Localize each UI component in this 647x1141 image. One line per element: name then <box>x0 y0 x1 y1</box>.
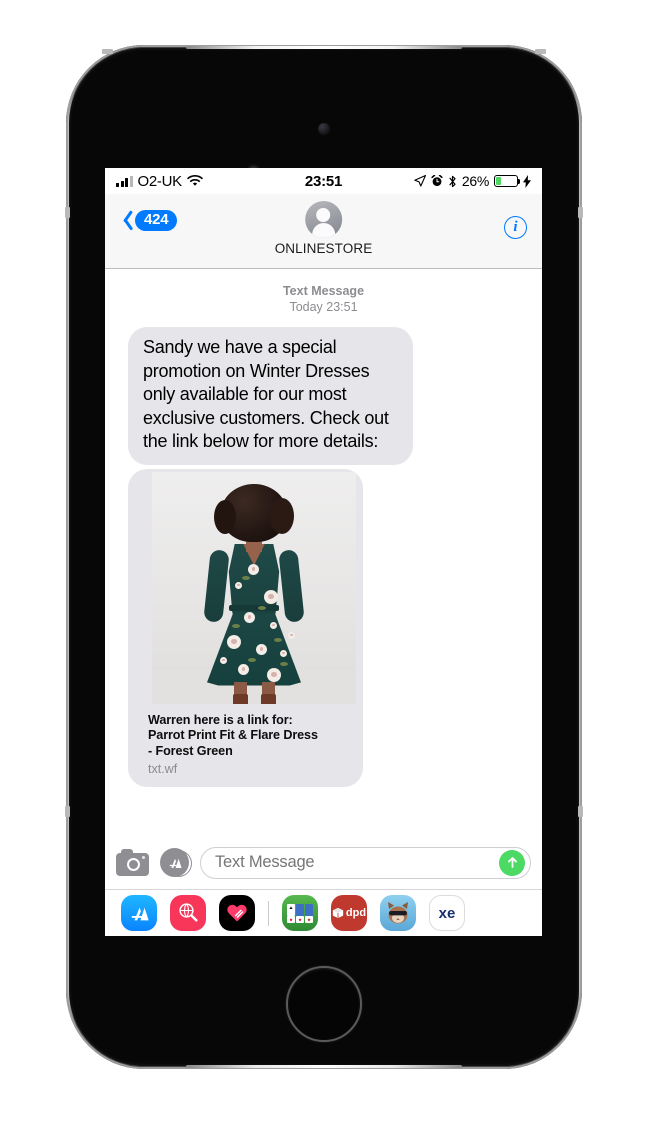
rim-antenna-band <box>535 49 546 54</box>
alarm-clock-icon <box>431 175 443 187</box>
conversation-nav-bar: 424 ONLINESTORE i <box>105 194 542 269</box>
message-input-bar <box>105 836 542 889</box>
link-caption-line-2: Parrot Print Fit & Flare Dress <box>148 728 351 744</box>
send-arrow-up-icon[interactable] <box>499 850 525 876</box>
rim-antenna-band <box>65 207 70 218</box>
message-bubble-link-preview[interactable]: Warren here is a link for: Parrot Print … <box>128 469 363 788</box>
drawer-divider <box>268 901 269 926</box>
message-timestamp: Text Message Today 23:51 <box>105 283 542 315</box>
cat-avatar-icon[interactable] <box>380 895 416 931</box>
message-row-incoming: Sandy we have a special promotion on Win… <box>105 327 542 465</box>
message-bubble-text[interactable]: Sandy we have a special promotion on Win… <box>128 327 413 465</box>
app-store-icon[interactable] <box>121 895 157 931</box>
rim-antenna-band <box>102 49 113 54</box>
home-button[interactable] <box>286 966 362 1042</box>
screenshot-stage: O2-UK 23:51 <box>0 0 647 1141</box>
rim-bottom-highlight <box>186 1065 462 1068</box>
link-domain-label: txt.wf <box>148 762 351 776</box>
message-text-input[interactable] <box>215 853 499 872</box>
link-preview-caption: Warren here is a link for: Parrot Print … <box>128 704 363 788</box>
dpd-box-glyph <box>332 907 344 919</box>
imessage-app-drawer[interactable]: dpd xe <box>105 889 542 936</box>
rim-antenna-band <box>65 806 70 817</box>
status-bar: O2-UK 23:51 <box>105 168 542 194</box>
link-caption-line-3: - Forest Green <box>148 744 351 760</box>
location-arrow-icon <box>414 175 426 187</box>
message-list[interactable]: Text Message Today 23:51 Sandy we have a… <box>105 269 542 830</box>
battery-percent-label: 26% <box>462 173 489 189</box>
message-input-field[interactable] <box>200 847 531 879</box>
dpd-label: dpd <box>346 907 366 919</box>
parcel-box-icon[interactable]: dpd <box>331 895 367 931</box>
app-store-icon[interactable] <box>160 848 189 877</box>
front-camera-icon <box>318 123 330 135</box>
bluetooth-icon <box>448 175 457 188</box>
message-row-link-preview: Warren here is a link for: Parrot Print … <box>105 469 542 788</box>
carrier-label: O2-UK <box>138 173 182 190</box>
battery-icon <box>494 175 518 187</box>
link-caption-line-1: Warren here is a link for: <box>148 713 351 729</box>
product-photo <box>152 472 356 704</box>
back-button[interactable]: 424 <box>119 209 177 231</box>
rim-antenna-band <box>578 806 583 817</box>
lightning-bolt-icon <box>523 175 531 188</box>
magnifier-globe-icon[interactable] <box>170 895 206 931</box>
contact-avatar-icon <box>305 201 342 238</box>
conversation-header[interactable]: ONLINESTORE <box>275 201 373 256</box>
rim-antenna-band <box>578 207 583 218</box>
link-preview-image[interactable] <box>152 472 356 704</box>
xe-label: xe <box>439 905 456 922</box>
phone-screen: O2-UK 23:51 <box>105 168 542 936</box>
chevron-left-icon <box>119 209 132 231</box>
playing-cards-icon[interactable] <box>282 895 318 931</box>
timestamp-value: Today 23:51 <box>105 299 542 315</box>
heart-icon[interactable] <box>219 895 255 931</box>
contact-name-label: ONLINESTORE <box>275 241 373 256</box>
timestamp-label: Text Message <box>105 283 542 299</box>
cellular-signal-icon <box>116 176 133 187</box>
xe-logo-icon[interactable]: xe <box>429 895 465 931</box>
status-bar-right: 26% <box>342 173 531 189</box>
info-circle-icon[interactable]: i <box>504 216 527 239</box>
camera-icon[interactable] <box>116 849 149 876</box>
rim-top-highlight <box>186 46 462 49</box>
status-bar-left: O2-UK <box>116 173 305 190</box>
unread-count-badge: 424 <box>135 210 177 231</box>
status-bar-clock: 23:51 <box>305 173 342 190</box>
wifi-icon <box>187 175 203 187</box>
